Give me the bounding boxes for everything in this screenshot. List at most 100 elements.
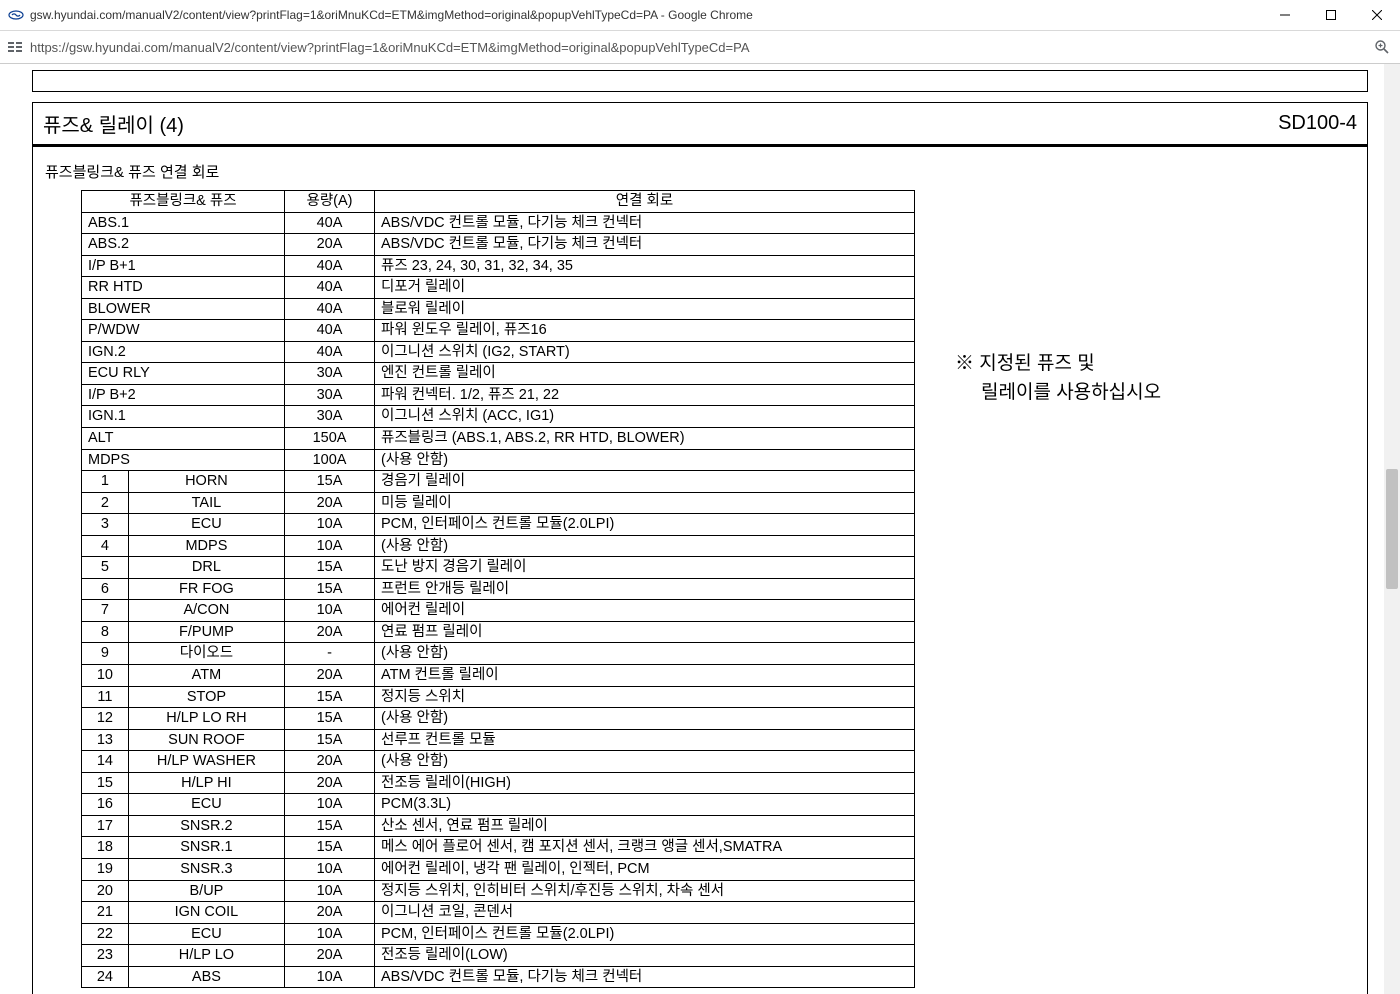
table-row: BLOWER40A블로워 릴레이 bbox=[82, 298, 915, 320]
window-title: gsw.hyundai.com/manualV2/content/view?pr… bbox=[30, 8, 1262, 22]
table-row: 14H/LP WASHER20A(사용 안함) bbox=[82, 751, 915, 773]
cell-name: MDPS bbox=[82, 449, 285, 471]
cell-capacity: 10A bbox=[285, 880, 375, 902]
cell-capacity: 20A bbox=[285, 665, 375, 687]
zoom-icon[interactable] bbox=[1364, 39, 1400, 55]
cell-circuit: ABS/VDC 컨트롤 모듈, 다기능 체크 컨넥터 bbox=[375, 966, 915, 988]
scrollbar-thumb[interactable] bbox=[1386, 469, 1398, 589]
cell-capacity: 30A bbox=[285, 363, 375, 385]
cell-circuit: (사용 안함) bbox=[375, 708, 915, 730]
cell-number: 21 bbox=[82, 902, 129, 924]
cell-circuit: ATM 컨트롤 릴레이 bbox=[375, 665, 915, 687]
cell-capacity: 30A bbox=[285, 406, 375, 428]
cell-number: 3 bbox=[82, 514, 129, 536]
cell-capacity: 20A bbox=[285, 751, 375, 773]
cell-name: ECU bbox=[128, 794, 284, 816]
cell-number: 4 bbox=[82, 535, 129, 557]
cell-circuit: 전조등 릴레이(LOW) bbox=[375, 945, 915, 967]
cell-number: 9 bbox=[82, 643, 129, 665]
cell-capacity: 15A bbox=[285, 815, 375, 837]
scrollbar-track[interactable] bbox=[1384, 64, 1400, 994]
page-viewport[interactable]: 퓨즈& 릴레이 (4) SD100-4 퓨즈블링크& 퓨즈 연결 회로 퓨즈블링… bbox=[0, 64, 1400, 994]
table-row: RR HTD40A디포거 릴레이 bbox=[82, 277, 915, 299]
cell-capacity: 15A bbox=[285, 471, 375, 493]
cell-name: I/P B+1 bbox=[82, 255, 285, 277]
cell-circuit: 퓨즈 23, 24, 30, 31, 32, 34, 35 bbox=[375, 255, 915, 277]
cell-name: BLOWER bbox=[82, 298, 285, 320]
cell-capacity: 10A bbox=[285, 535, 375, 557]
cell-capacity: 20A bbox=[285, 772, 375, 794]
table-row: 17SNSR.215A산소 센서, 연료 펌프 릴레이 bbox=[82, 815, 915, 837]
cell-number: 23 bbox=[82, 945, 129, 967]
section-code: SD100-4 bbox=[1278, 112, 1357, 135]
table-row: IGN.130A이그니션 스위치 (ACC, IG1) bbox=[82, 406, 915, 428]
cell-name: FR FOG bbox=[128, 578, 284, 600]
cell-number: 12 bbox=[82, 708, 129, 730]
header-name: 퓨즈블링크& 퓨즈 bbox=[82, 191, 285, 213]
cell-capacity: 40A bbox=[285, 255, 375, 277]
cell-capacity: 10A bbox=[285, 923, 375, 945]
cell-circuit: 프런트 안개등 릴레이 bbox=[375, 578, 915, 600]
table-row: 24ABS10AABS/VDC 컨트롤 모듈, 다기능 체크 컨넥터 bbox=[82, 966, 915, 988]
cell-circuit: 블로워 릴레이 bbox=[375, 298, 915, 320]
cell-number: 16 bbox=[82, 794, 129, 816]
cell-name: SNSR.1 bbox=[128, 837, 284, 859]
address-bar: https://gsw.hyundai.com/manualV2/content… bbox=[0, 31, 1400, 64]
previous-section-bottom bbox=[32, 70, 1368, 92]
url-text[interactable]: https://gsw.hyundai.com/manualV2/content… bbox=[30, 40, 1364, 55]
cell-circuit: 경음기 릴레이 bbox=[375, 471, 915, 493]
cell-circuit: 에어컨 릴레이, 냉각 팬 릴레이, 인젝터, PCM bbox=[375, 858, 915, 880]
table-row: ABS.220AABS/VDC 컨트롤 모듈, 다기능 체크 컨넥터 bbox=[82, 234, 915, 256]
cell-circuit: 메스 에어 플로어 센서, 캠 포지션 센서, 크랭크 앵글 센서,SMATRA bbox=[375, 837, 915, 859]
cell-circuit: 도난 방지 경음기 릴레이 bbox=[375, 557, 915, 579]
cell-circuit: 파워 윈도우 릴레이, 퓨즈16 bbox=[375, 320, 915, 342]
cell-number: 15 bbox=[82, 772, 129, 794]
cell-circuit: 미등 릴레이 bbox=[375, 492, 915, 514]
section-subtitle: 퓨즈블링크& 퓨즈 연결 회로 bbox=[45, 161, 1359, 182]
close-button[interactable] bbox=[1354, 0, 1400, 30]
cell-circuit: 전조등 릴레이(HIGH) bbox=[375, 772, 915, 794]
cell-capacity: 30A bbox=[285, 384, 375, 406]
cell-name: ATM bbox=[128, 665, 284, 687]
minimize-button[interactable] bbox=[1262, 0, 1308, 30]
table-row: 8F/PUMP20A연료 펌프 릴레이 bbox=[82, 621, 915, 643]
cell-number: 8 bbox=[82, 621, 129, 643]
cell-capacity: - bbox=[285, 643, 375, 665]
cell-number: 6 bbox=[82, 578, 129, 600]
cell-capacity: 40A bbox=[285, 320, 375, 342]
table-row: 1HORN15A경음기 릴레이 bbox=[82, 471, 915, 493]
cell-name: H/LP HI bbox=[128, 772, 284, 794]
header-circuit: 연결 회로 bbox=[375, 191, 915, 213]
table-header-row: 퓨즈블링크& 퓨즈 용량(A) 연결 회로 bbox=[82, 191, 915, 213]
cell-circuit: 이그니션 스위치 (ACC, IG1) bbox=[375, 406, 915, 428]
table-row: 10ATM20AATM 컨트롤 릴레이 bbox=[82, 665, 915, 687]
cell-capacity: 15A bbox=[285, 729, 375, 751]
table-row: 5DRL15A도난 방지 경음기 릴레이 bbox=[82, 557, 915, 579]
cell-capacity: 20A bbox=[285, 234, 375, 256]
cell-name: IGN COIL bbox=[128, 902, 284, 924]
cell-number: 22 bbox=[82, 923, 129, 945]
section-header: 퓨즈& 릴레이 (4) SD100-4 bbox=[32, 102, 1368, 147]
table-row: 9다이오드-(사용 안함) bbox=[82, 643, 915, 665]
cell-capacity: 150A bbox=[285, 428, 375, 450]
cell-number: 11 bbox=[82, 686, 129, 708]
cell-number: 17 bbox=[82, 815, 129, 837]
table-row: ECU RLY30A엔진 컨트롤 릴레이 bbox=[82, 363, 915, 385]
table-row: 2TAIL20A미등 릴레이 bbox=[82, 492, 915, 514]
cell-circuit: PCM(3.3L) bbox=[375, 794, 915, 816]
cell-name: DRL bbox=[128, 557, 284, 579]
table-row: 19SNSR.310A에어컨 릴레이, 냉각 팬 릴레이, 인젝터, PCM bbox=[82, 858, 915, 880]
cell-name: H/LP WASHER bbox=[128, 751, 284, 773]
section-body: 퓨즈블링크& 퓨즈 연결 회로 퓨즈블링크& 퓨즈 용량(A) 연결 회로 AB… bbox=[32, 147, 1368, 994]
cell-circuit: PCM, 인터페이스 컨트롤 모듈(2.0LPI) bbox=[375, 514, 915, 536]
site-settings-icon[interactable] bbox=[0, 39, 30, 55]
cell-capacity: 15A bbox=[285, 557, 375, 579]
table-row: 21IGN COIL20A이그니션 코일, 콘덴서 bbox=[82, 902, 915, 924]
cell-circuit: 디포거 릴레이 bbox=[375, 277, 915, 299]
table-row: I/P B+230A파워 컨넥터. 1/2, 퓨즈 21, 22 bbox=[82, 384, 915, 406]
maximize-button[interactable] bbox=[1308, 0, 1354, 30]
side-note-line1: ※ 지정된 퓨즈 및 bbox=[955, 353, 1095, 374]
cell-name: 다이오드 bbox=[128, 643, 284, 665]
cell-number: 1 bbox=[82, 471, 129, 493]
table-row: 12H/LP LO RH15A(사용 안함) bbox=[82, 708, 915, 730]
